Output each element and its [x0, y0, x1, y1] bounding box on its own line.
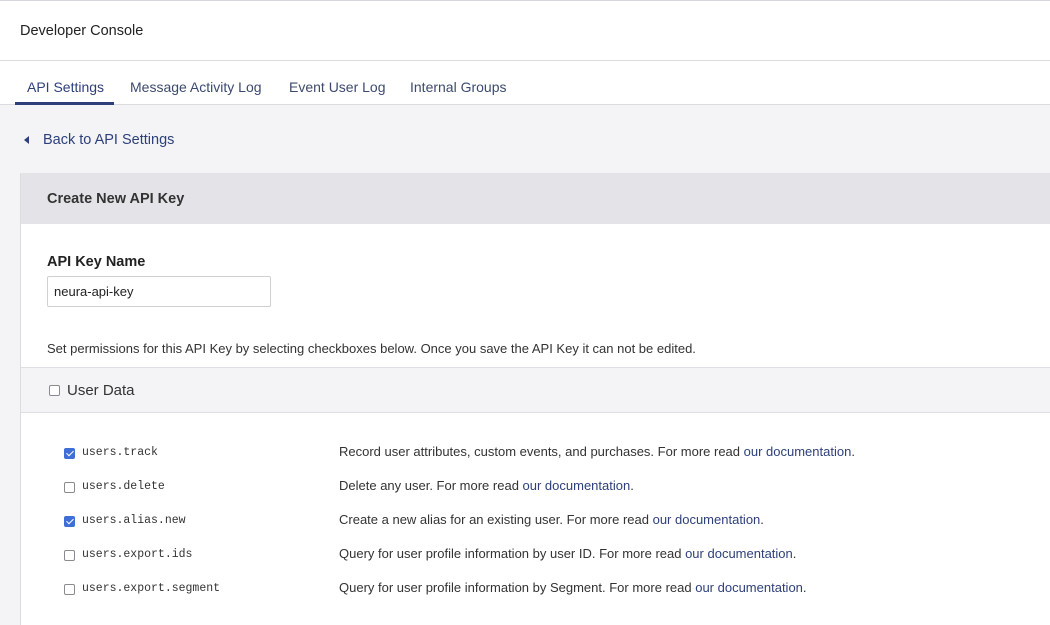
- back-link-label: Back to API Settings: [43, 132, 175, 148]
- permission-row: users.export.ids Query for user profile …: [21, 544, 1050, 564]
- permission-description: Delete any user. For more read our docum…: [339, 478, 634, 493]
- description-suffix: .: [760, 512, 764, 527]
- users-alias-new-checkbox[interactable]: [64, 516, 75, 527]
- permission-row: users.alias.new Create a new alias for a…: [21, 510, 1050, 530]
- tab-message-activity-log[interactable]: Message Activity Log: [130, 79, 262, 95]
- users-delete-checkbox[interactable]: [64, 482, 75, 493]
- documentation-link[interactable]: our documentation: [695, 580, 803, 595]
- description-suffix: .: [630, 478, 634, 493]
- user-data-checkbox[interactable]: [49, 385, 60, 396]
- documentation-link[interactable]: our documentation: [653, 512, 761, 527]
- console-header: Developer Console: [0, 0, 1050, 61]
- tab-event-user-log[interactable]: Event User Log: [289, 79, 386, 95]
- permission-description: Query for user profile information by Se…: [339, 580, 807, 595]
- tab-internal-groups[interactable]: Internal Groups: [410, 79, 507, 95]
- active-tab-indicator: [15, 102, 114, 105]
- documentation-link[interactable]: our documentation: [523, 478, 631, 493]
- user-data-section-header: User Data: [21, 367, 1050, 413]
- permission-row: users.track Record user attributes, cust…: [21, 442, 1050, 462]
- description-text: Query for user profile information by Se…: [339, 580, 696, 595]
- create-api-key-card: Create New API Key API Key Name Set perm…: [20, 173, 1050, 625]
- description-suffix: .: [851, 444, 855, 459]
- documentation-link[interactable]: our documentation: [685, 546, 793, 561]
- description-text: Create a new alias for an existing user.…: [339, 512, 653, 527]
- tab-bar: API Settings Message Activity Log Event …: [0, 61, 1050, 105]
- caret-left-icon: [24, 136, 29, 144]
- users-track-checkbox[interactable]: [64, 448, 75, 459]
- card-header: Create New API Key: [21, 173, 1050, 224]
- permission-row: users.export.segment Query for user prof…: [21, 578, 1050, 598]
- description-text: Query for user profile information by us…: [339, 546, 686, 561]
- back-to-api-settings-link[interactable]: Back to API Settings: [24, 132, 174, 148]
- permission-description: Record user attributes, custom events, a…: [339, 444, 855, 459]
- description-suffix: .: [792, 546, 797, 561]
- documentation-link[interactable]: our documentation: [744, 444, 852, 459]
- endpoint-name: users.export.ids: [82, 548, 193, 561]
- endpoint-name: users.track: [82, 446, 158, 459]
- permission-row: users.delete Delete any user. For more r…: [21, 476, 1050, 496]
- description-suffix: .: [802, 580, 807, 595]
- description-text: Delete any user. For more read: [339, 478, 523, 493]
- users-export-segment-checkbox[interactable]: [64, 584, 75, 595]
- api-key-name-label: API Key Name: [47, 254, 146, 270]
- endpoint-name: users.export.segment: [82, 582, 221, 595]
- tab-api-settings[interactable]: API Settings: [27, 79, 104, 95]
- permission-description: Create a new alias for an existing user.…: [339, 512, 764, 527]
- permission-description: Query for user profile information by us…: [339, 546, 796, 561]
- permissions-instructions: Set permissions for this API Key by sele…: [47, 341, 696, 356]
- card-title: Create New API Key: [47, 191, 185, 207]
- endpoint-name: users.delete: [82, 480, 165, 493]
- description-text: Record user attributes, custom events, a…: [339, 444, 744, 459]
- user-data-label: User Data: [67, 382, 135, 399]
- page-title: Developer Console: [20, 23, 144, 39]
- api-key-name-input[interactable]: [47, 276, 271, 307]
- endpoint-name: users.alias.new: [82, 514, 186, 527]
- users-export-ids-checkbox[interactable]: [64, 550, 75, 561]
